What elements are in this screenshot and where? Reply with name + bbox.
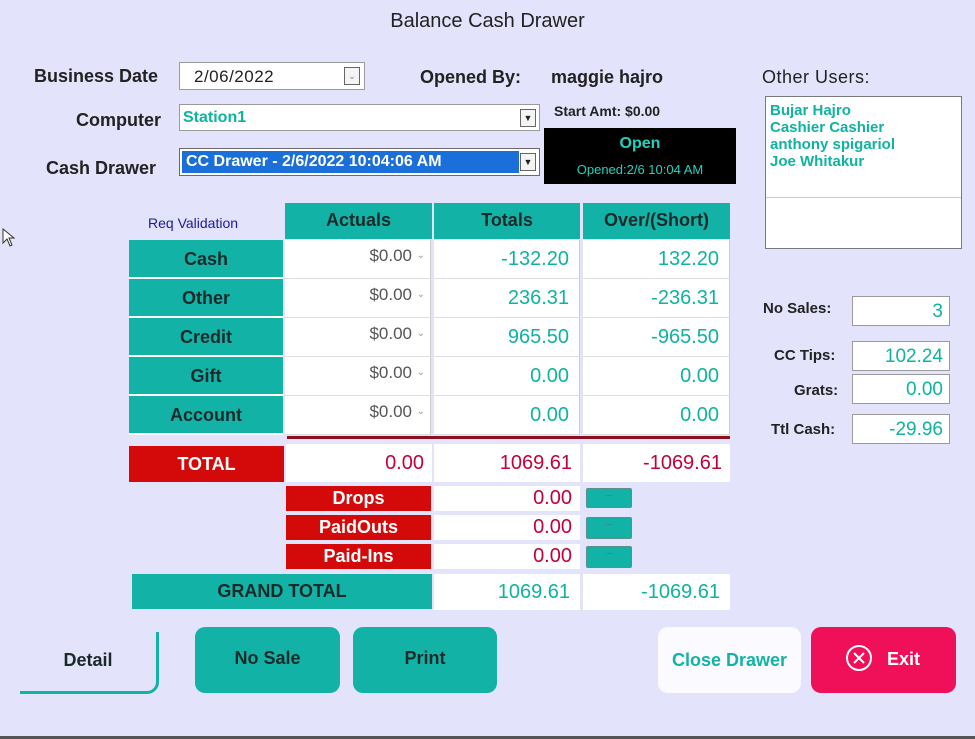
actuals-header: Actuals (285, 203, 432, 239)
list-item[interactable]: anthony spigariol (770, 136, 895, 153)
other-users-items: Bujar Hajro Cashier Cashier anthony spig… (770, 102, 895, 170)
total-credit: 965.50 (434, 318, 580, 357)
other-users-label: Other Users: (762, 67, 871, 87)
total-actuals: 0.00 (286, 444, 432, 482)
grand-total-over-short: -1069.61 (583, 574, 730, 610)
business-date-label: Business Date (34, 66, 159, 86)
total-gift: 0.00 (434, 357, 580, 396)
actual-value: $0.00 (369, 285, 412, 304)
start-amount: Start Amt: $0.00 (554, 103, 661, 119)
chevron-down-icon[interactable]: ▼ (520, 109, 536, 127)
cash-drawer-select[interactable]: CC Drawer - 2/6/2022 10:04:06 AM ▼ (179, 148, 540, 176)
cash-drawer-value: CC Drawer - 2/6/2022 10:04:06 AM (182, 151, 519, 173)
total-label: TOTAL (129, 446, 284, 482)
actual-value: $0.00 (369, 363, 412, 382)
grats-value: 0.00 (852, 374, 950, 404)
grats-label: Grats: (794, 382, 839, 399)
row-label-credit: Credit (129, 318, 283, 357)
actual-value: $0.00 (369, 324, 412, 343)
over-short-cash: 132.20 (583, 240, 730, 279)
drawer-status: Open (619, 135, 661, 152)
actual-credit-input[interactable]: $0.00 ⌄ (285, 318, 431, 357)
paidouts-label: PaidOuts (286, 515, 431, 540)
totals-header: Totals (434, 203, 580, 239)
paidins-detail-button[interactable]: ... (586, 546, 632, 568)
cc-tips-value: 102.24 (852, 341, 950, 371)
total-other: 236.31 (434, 279, 580, 318)
total-over-short: -1069.61 (583, 444, 730, 482)
cc-tips-label: CC Tips: (774, 347, 836, 364)
no-sales-label: No Sales: (763, 300, 832, 317)
close-circle-icon (846, 645, 872, 671)
tender-rows: Cash $0.00 ⌄ -132.20 132.20 Other $0.00 … (129, 240, 731, 435)
req-validation-label: Req Validation (148, 215, 239, 231)
list-item[interactable]: Bujar Hajro (770, 102, 895, 119)
over-short-account: 0.00 (583, 396, 730, 435)
actual-value: $0.00 (369, 402, 412, 421)
paidins-label: Paid-Ins (286, 544, 431, 569)
chevron-down-icon[interactable]: ⌄ (417, 406, 425, 417)
row-label-gift: Gift (129, 357, 283, 396)
close-drawer-button[interactable]: Close Drawer (658, 627, 801, 693)
ttl-cash-value: -29.96 (852, 414, 950, 444)
grand-total-totals: 1069.61 (434, 574, 580, 610)
opened-by-value: maggie hajro (551, 67, 664, 87)
no-sales-value: 3 (852, 296, 950, 326)
paidouts-value: 0.00 (434, 515, 580, 540)
chevron-down-icon[interactable]: ⌄ (417, 328, 425, 339)
total-cash: -132.20 (434, 240, 580, 279)
row-label-other: Other (129, 279, 283, 318)
detail-button[interactable]: Detail (20, 632, 159, 694)
ttl-cash-label: Ttl Cash: (771, 421, 836, 438)
over-short-header: Over/(Short) (583, 203, 730, 239)
drawer-opened-time: Opened:2/6 10:04 AM (576, 162, 704, 177)
total-separator (287, 436, 730, 439)
row-label-account: Account (129, 396, 283, 435)
no-sale-button[interactable]: No Sale (195, 627, 340, 693)
actual-gift-input[interactable]: $0.00 ⌄ (285, 357, 431, 396)
other-users-list[interactable]: Bujar Hajro Cashier Cashier anthony spig… (765, 96, 962, 249)
drops-value: 0.00 (434, 486, 580, 511)
chevron-down-icon[interactable]: ▼ (520, 153, 536, 171)
actual-other-input[interactable]: $0.00 ⌄ (285, 279, 431, 318)
drops-label: Drops (286, 486, 431, 511)
actual-account-input[interactable]: $0.00 ⌄ (285, 396, 431, 435)
drops-detail-button[interactable]: ... (586, 488, 632, 508)
opened-by-label: Opened By: (420, 67, 522, 87)
chevron-down-icon[interactable]: ⌄ (417, 250, 425, 261)
grand-total-label: GRAND TOTAL (132, 574, 432, 609)
actual-value: $0.00 (369, 246, 412, 265)
cash-drawer-label: Cash Drawer (46, 158, 157, 178)
computer-value: Station1 (183, 109, 247, 126)
business-date-picker[interactable]: 2/06/2022 ⌄ (179, 62, 365, 90)
business-date-value: 2/06/2022 (194, 67, 275, 86)
actual-cash-input[interactable]: $0.00 ⌄ (285, 240, 431, 279)
print-button[interactable]: Print (353, 627, 497, 693)
over-short-credit: -965.50 (583, 318, 730, 357)
list-divider (766, 197, 961, 198)
total-totals: 1069.61 (434, 444, 580, 482)
chevron-down-icon[interactable]: ⌄ (417, 367, 425, 378)
total-account: 0.00 (434, 396, 580, 435)
drawer-status-panel: Open Opened:2/6 10:04 AM (544, 128, 736, 184)
over-short-other: -236.31 (583, 279, 730, 318)
window-title: Balance Cash Drawer (390, 10, 585, 32)
computer-select[interactable]: Station1 ▼ (179, 104, 540, 131)
over-short-gift: 0.00 (583, 357, 730, 396)
paidins-value: 0.00 (434, 544, 580, 569)
list-item[interactable]: Joe Whitakur (770, 153, 895, 170)
list-item[interactable]: Cashier Cashier (770, 119, 895, 136)
exit-button[interactable]: Exit (811, 627, 956, 693)
computer-label: Computer (76, 110, 161, 130)
mouse-cursor-icon (2, 228, 16, 247)
chevron-down-icon[interactable]: ⌄ (344, 67, 360, 85)
exit-label: Exit (887, 649, 921, 669)
chevron-down-icon[interactable]: ⌄ (417, 289, 425, 300)
row-label-cash: Cash (129, 240, 283, 279)
paidouts-detail-button[interactable]: ... (586, 517, 632, 539)
